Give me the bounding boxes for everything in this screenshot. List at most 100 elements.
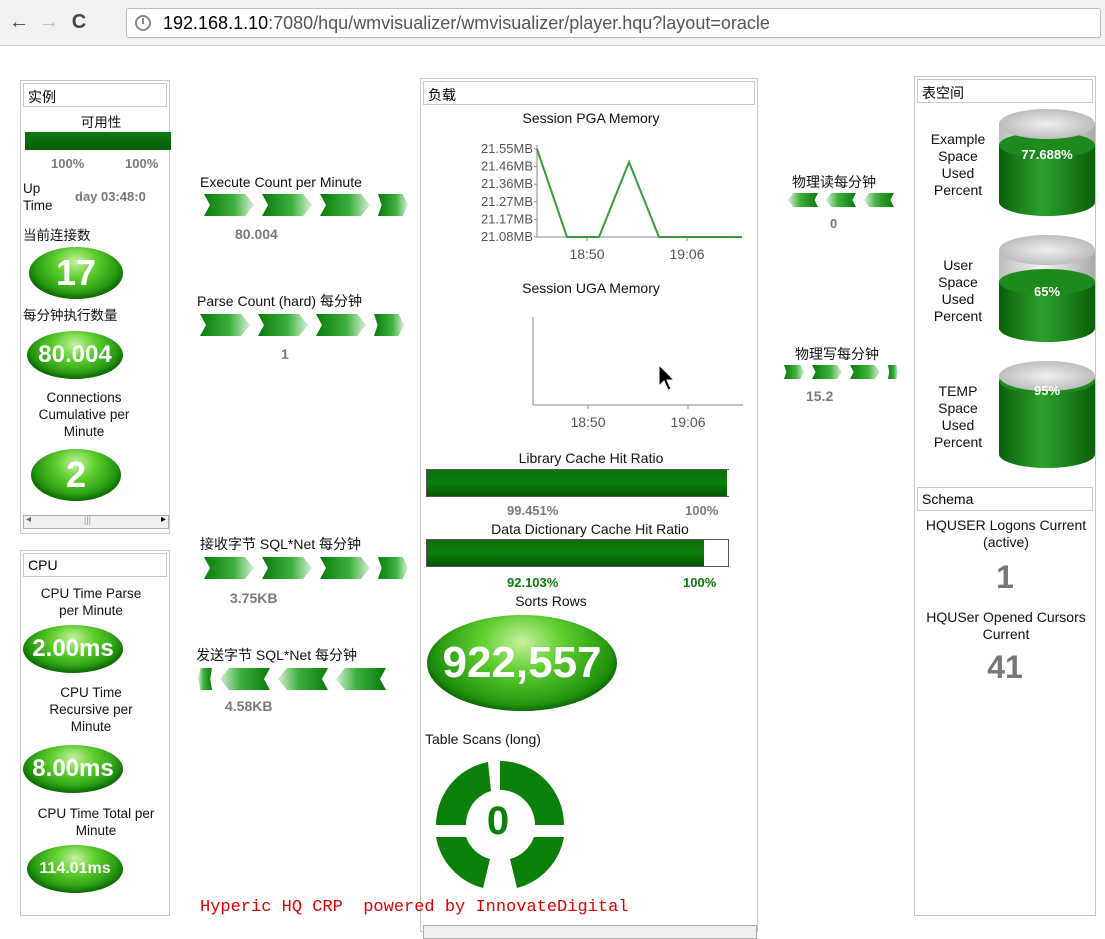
tablespace-label: User Space Used Percent — [933, 257, 983, 324]
browser-toolbar: ← → C 192.168.1.10:7080/hqu/wmvisualizer… — [0, 0, 1105, 46]
logons-label: HQUSER Logons Current (active) — [925, 517, 1087, 550]
reload-icon[interactable]: C — [68, 10, 90, 34]
send-bytes-arrows — [198, 668, 386, 690]
instance-panel: 实例 可用性 100% 100% Up Time day 03:48:0 当前连… — [20, 80, 171, 534]
uga-x-tick: 19:06 — [670, 414, 705, 430]
tablespace-title: 表空间 — [917, 79, 1093, 103]
recv-bytes-label: 接收字节 SQL*Net 每分钟 — [200, 536, 362, 552]
execute-count-value: 80.004 — [235, 226, 278, 242]
tablespace-cylinder: 95% — [999, 361, 1095, 485]
tablespace-label: TEMP Space Used Percent — [933, 383, 983, 450]
phys-write-value: 15.2 — [806, 388, 834, 404]
phys-read-label: 物理读每分钟 — [792, 174, 876, 190]
dict-cache-max: 100% — [683, 575, 717, 590]
pga-chart: 21.55MB 21.46MB 21.36MB 21.27MB 21.17MB 21.08… — [481, 141, 742, 262]
tablespace-panel: 表空间 Example Space Used Percent 77.688% Use… — [914, 76, 1096, 916]
cpu-parse-label: CPU Time Parse per Minute — [40, 586, 142, 618]
lib-cache-max: 100% — [685, 503, 719, 518]
availability-max: 100% — [125, 156, 159, 171]
pga-x-tick: 18:50 — [569, 246, 604, 262]
availability-bar — [25, 132, 171, 150]
cpu-recursive-label: CPU Time Recursive per Minute — [49, 685, 133, 734]
pga-y-tick: 21.46MB — [481, 159, 533, 174]
load-panel: 负载 Session PGA Memory 21.55MB 21.46MB 21.3… — [420, 78, 758, 939]
forward-icon[interactable]: → — [38, 10, 60, 34]
sorts-label: Sorts Rows — [515, 593, 587, 609]
back-icon[interactable]: ← — [8, 10, 30, 34]
tablespace-cylinder: 65% — [999, 235, 1095, 359]
recv-bytes-arrows — [204, 557, 408, 579]
pga-y-tick: 21.55MB — [481, 141, 533, 156]
pga-series-line — [536, 148, 742, 238]
table-scans-value: 0 — [486, 799, 510, 843]
cpu-parse-bubble: 2.00ms — [23, 625, 123, 673]
dict-cache-label: Data Dictionary Cache Hit Ratio — [491, 521, 689, 537]
scroll-left-icon[interactable]: ◂ — [26, 514, 31, 525]
pga-y-tick: 21.17MB — [481, 211, 533, 226]
url-host: 192.168.1.10 — [163, 13, 269, 33]
uga-chart: 18:50 19:06 — [532, 317, 743, 430]
lib-cache-fill — [427, 470, 728, 496]
cpu-recursive-bubble: 8.00ms — [23, 745, 123, 793]
pga-chart-title: Session PGA Memory — [522, 110, 660, 126]
conn-cum-label: Connections Cumulative per Minute — [38, 390, 130, 439]
availability-label: 可用性 — [80, 115, 122, 130]
dict-cache-fill — [427, 540, 705, 566]
availability-value: 100% — [51, 156, 85, 171]
lib-cache-label: Library Cache Hit Ratio — [518, 450, 664, 466]
logons-value: 1 — [996, 559, 1014, 595]
tablespace-cylinder: 77.688% — [999, 109, 1095, 233]
cpu-total-bubble: 114.01ms — [27, 845, 123, 893]
cursors-label: HQUSer Opened Cursors Current — [926, 609, 1086, 642]
phys-write-label: 物理写每分钟 — [795, 346, 879, 362]
current-conn-bubble: 17 — [29, 247, 123, 299]
send-bytes-value: 4.58KB — [225, 698, 273, 714]
pga-y-tick: 21.08MB — [481, 229, 533, 244]
cpu-panel: CPU CPU Time Parse per Minute 2.00ms CPU… — [20, 550, 170, 916]
cpu-title: CPU — [23, 553, 167, 577]
dict-cache-bar — [426, 539, 729, 567]
parse-count-value: 1 — [281, 346, 289, 362]
exec-per-min-bubble: 80.004 — [27, 331, 123, 379]
cursors-value: 41 — [987, 649, 1023, 685]
address-bar[interactable]: 192.168.1.10:7080/hqu/wmvisualizer/wmvis… — [126, 8, 1101, 38]
instance-scrollbar[interactable]: ◂ ||| ▸ — [23, 514, 169, 529]
cpu-total-label: CPU Time Total per Minute — [37, 806, 155, 838]
tablespace-value: 77.688% — [1021, 147, 1073, 162]
uptime-label: Up Time — [23, 181, 53, 213]
instance-title: 实例 — [23, 83, 167, 107]
page-info-icon[interactable] — [135, 15, 151, 31]
table-scans-label: Table Scans (long) — [425, 731, 541, 747]
tablespace-value: 95% — [1033, 383, 1061, 398]
conn-cum-bubble: 2 — [31, 449, 121, 501]
load-scrollbar[interactable] — [423, 925, 757, 939]
scroll-right-icon[interactable]: ▸ — [161, 514, 166, 525]
exec-per-min-label: 每分钟执行数量 — [23, 308, 118, 323]
scroll-thumb-grip[interactable]: ||| — [84, 515, 91, 525]
recv-bytes-value: 3.75KB — [230, 590, 278, 606]
execute-count-label: Execute Count per Minute — [200, 174, 362, 190]
phys-read-value: 0 — [830, 216, 838, 231]
lib-cache-value: 99.451% — [507, 503, 559, 518]
lib-cache-bar — [426, 469, 729, 497]
uga-x-tick: 18:50 — [570, 414, 605, 430]
uga-chart-title: Session UGA Memory — [522, 280, 660, 296]
schema-title: Schema — [917, 487, 1093, 511]
tablespace-label: Example Space Used Percent — [930, 131, 986, 198]
pga-x-tick: 19:06 — [669, 246, 704, 262]
url-path: :7080/hqu/wmvisualizer/wmvisualizer/play… — [268, 13, 770, 33]
dict-cache-value: 92.103% — [507, 575, 559, 590]
uptime-value: day 03:48:0 — [75, 189, 146, 204]
sorts-bubble: 922,557 — [427, 615, 617, 711]
parse-count-arrows — [200, 314, 404, 336]
phys-write-arrows — [784, 365, 898, 379]
execute-count-arrows — [204, 194, 408, 216]
current-conn-label: 当前连接数 — [23, 228, 91, 243]
footer-credit: Hyperic HQ CRP powered by InnovateDigita… — [200, 898, 629, 917]
load-title: 负载 — [423, 81, 755, 105]
mouse-cursor-icon — [658, 364, 676, 391]
tablespace-value: 65% — [1033, 284, 1061, 299]
phys-read-arrows — [788, 193, 894, 207]
send-bytes-label: 发送字节 SQL*Net 每分钟 — [196, 647, 358, 663]
pga-y-tick: 21.27MB — [481, 194, 533, 209]
